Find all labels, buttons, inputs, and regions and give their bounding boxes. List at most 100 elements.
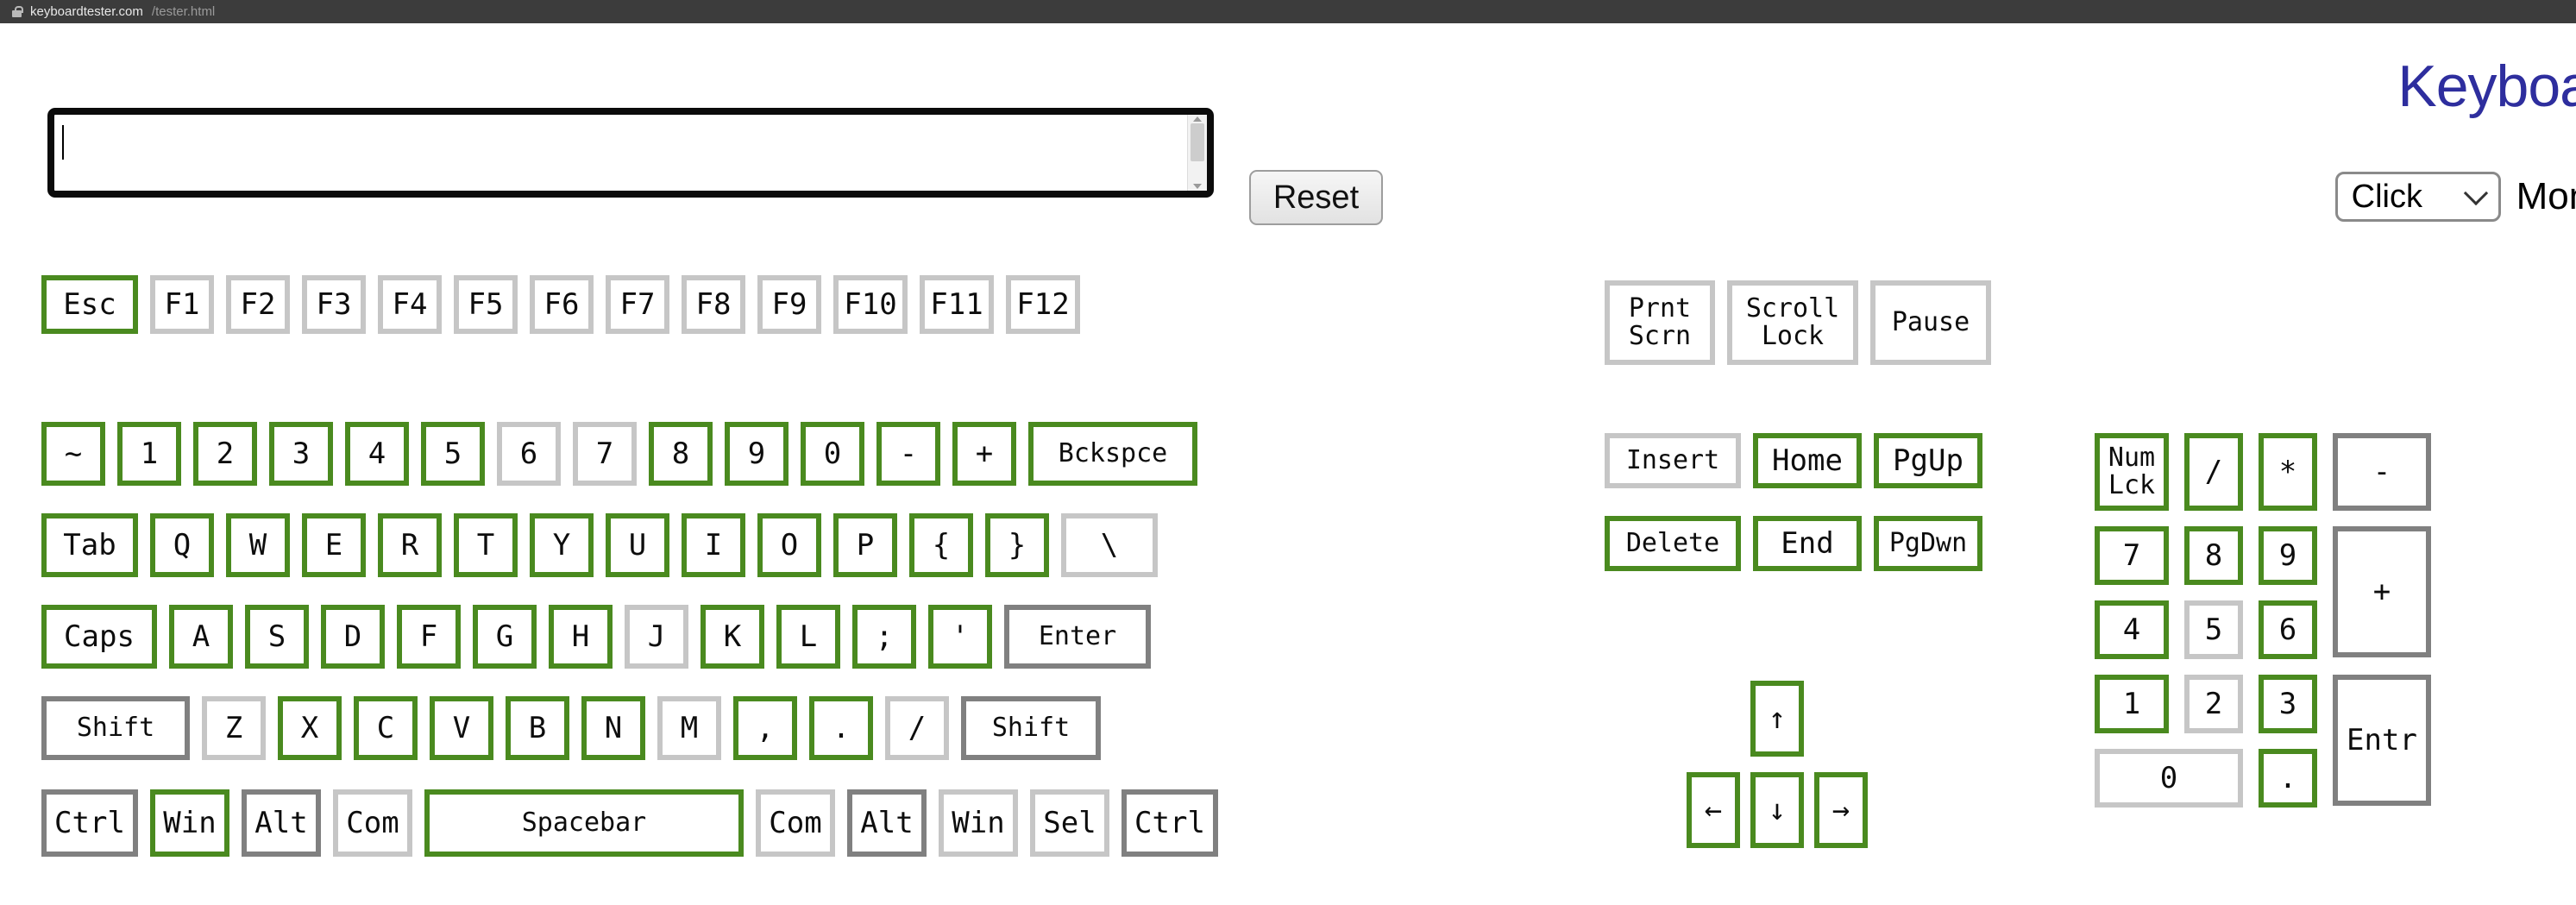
key-f10[interactable]: F10: [833, 275, 908, 334]
key-z[interactable]: Z: [202, 696, 266, 760]
key-arrow-down[interactable]: ↓: [1750, 772, 1804, 848]
key-7[interactable]: 7: [2095, 526, 2169, 585]
key-c[interactable]: C: [354, 696, 418, 760]
key-arrow-up[interactable]: ↑: [1750, 681, 1804, 757]
key-com[interactable]: Com: [333, 789, 412, 857]
key-scroll-lock[interactable]: Scroll Lock: [1727, 280, 1858, 365]
key-key[interactable]: .: [809, 696, 873, 760]
scroll-down-arrow-icon[interactable]: [1193, 184, 1202, 189]
key-8[interactable]: 8: [2184, 526, 2243, 585]
key-f3[interactable]: F3: [302, 275, 366, 334]
scroll-up-arrow-icon[interactable]: [1193, 116, 1202, 122]
key-key[interactable]: /: [2184, 433, 2243, 511]
key-delete[interactable]: Delete: [1605, 516, 1741, 571]
key-pgdwn[interactable]: PgDwn: [1874, 516, 1982, 571]
key-enter[interactable]: Enter: [1004, 605, 1151, 669]
key-key[interactable]: ,: [733, 696, 797, 760]
key-f12[interactable]: F12: [1006, 275, 1080, 334]
key-alt[interactable]: Alt: [242, 789, 321, 857]
key-s[interactable]: S: [245, 605, 309, 669]
key-d[interactable]: D: [321, 605, 385, 669]
key-key[interactable]: \: [1061, 513, 1158, 577]
scrollbar-thumb[interactable]: [1191, 123, 1204, 161]
key-win[interactable]: Win: [150, 789, 229, 857]
key-home[interactable]: Home: [1753, 433, 1862, 488]
key-key[interactable]: ~: [41, 422, 105, 486]
key-key[interactable]: -: [876, 422, 940, 486]
key-8[interactable]: 8: [649, 422, 713, 486]
key-3[interactable]: 3: [2259, 675, 2317, 733]
key-esc[interactable]: Esc: [41, 275, 138, 334]
key-x[interactable]: X: [278, 696, 342, 760]
key-key[interactable]: .: [2259, 749, 2317, 808]
key-f9[interactable]: F9: [757, 275, 821, 334]
key-key[interactable]: {: [909, 513, 973, 577]
key-b[interactable]: B: [506, 696, 569, 760]
key-com[interactable]: Com: [756, 789, 835, 857]
key-1[interactable]: 1: [117, 422, 181, 486]
key-k[interactable]: K: [701, 605, 764, 669]
key-0[interactable]: 0: [2095, 749, 2243, 808]
key-6[interactable]: 6: [497, 422, 561, 486]
key-o[interactable]: O: [757, 513, 821, 577]
key-key[interactable]: -: [2333, 433, 2431, 511]
key-0[interactable]: 0: [801, 422, 864, 486]
key-5[interactable]: 5: [421, 422, 485, 486]
key-test-textarea[interactable]: [47, 108, 1214, 198]
reset-button[interactable]: Reset: [1249, 170, 1383, 225]
sound-mode-select[interactable]: Click: [2335, 172, 2501, 222]
key-i[interactable]: I: [682, 513, 745, 577]
key-f2[interactable]: F2: [226, 275, 290, 334]
key-9[interactable]: 9: [725, 422, 789, 486]
key-q[interactable]: Q: [150, 513, 214, 577]
key-caps[interactable]: Caps: [41, 605, 157, 669]
key-r[interactable]: R: [378, 513, 442, 577]
key-2[interactable]: 2: [2184, 675, 2243, 733]
key-f8[interactable]: F8: [682, 275, 745, 334]
key-m[interactable]: M: [657, 696, 721, 760]
key-key[interactable]: *: [2259, 433, 2317, 511]
key-key[interactable]: }: [985, 513, 1049, 577]
key-f[interactable]: F: [397, 605, 461, 669]
key-7[interactable]: 7: [573, 422, 637, 486]
key-4[interactable]: 4: [345, 422, 409, 486]
key-j[interactable]: J: [625, 605, 688, 669]
key-end[interactable]: End: [1753, 516, 1862, 571]
key-l[interactable]: L: [776, 605, 840, 669]
key-pgup[interactable]: PgUp: [1874, 433, 1982, 488]
key-1[interactable]: 1: [2095, 675, 2169, 733]
key-sel[interactable]: Sel: [1030, 789, 1109, 857]
key-t[interactable]: T: [454, 513, 518, 577]
key-a[interactable]: A: [169, 605, 233, 669]
key-3[interactable]: 3: [269, 422, 333, 486]
key-n[interactable]: N: [581, 696, 645, 760]
key-prnt-scrn[interactable]: Prnt Scrn: [1605, 280, 1715, 365]
key-4[interactable]: 4: [2095, 600, 2169, 659]
key-pause[interactable]: Pause: [1870, 280, 1991, 365]
key-p[interactable]: P: [833, 513, 897, 577]
key-entr[interactable]: Entr: [2333, 675, 2431, 806]
key-key[interactable]: +: [2333, 526, 2431, 657]
key-9[interactable]: 9: [2259, 526, 2317, 585]
key-f5[interactable]: F5: [454, 275, 518, 334]
key-2[interactable]: 2: [193, 422, 257, 486]
key-num-lck[interactable]: Num Lck: [2095, 433, 2169, 511]
key-arrow-left[interactable]: ←: [1687, 772, 1740, 848]
key-shift[interactable]: Shift: [961, 696, 1101, 760]
key-bckspce[interactable]: Bckspce: [1028, 422, 1197, 486]
key-v[interactable]: V: [430, 696, 493, 760]
key-key[interactable]: ;: [852, 605, 916, 669]
key-g[interactable]: G: [473, 605, 537, 669]
key-f7[interactable]: F7: [606, 275, 669, 334]
key-h[interactable]: H: [549, 605, 613, 669]
textarea-scrollbar[interactable]: [1187, 115, 1207, 191]
browser-url-bar[interactable]: keyboardtester.com/tester.html: [0, 0, 2576, 23]
key-5[interactable]: 5: [2184, 600, 2243, 659]
key-w[interactable]: W: [226, 513, 290, 577]
key-6[interactable]: 6: [2259, 600, 2317, 659]
key-f11[interactable]: F11: [920, 275, 994, 334]
key-f4[interactable]: F4: [378, 275, 442, 334]
key-spacebar[interactable]: Spacebar: [424, 789, 744, 857]
key-tab[interactable]: Tab: [41, 513, 138, 577]
key-shift[interactable]: Shift: [41, 696, 190, 760]
